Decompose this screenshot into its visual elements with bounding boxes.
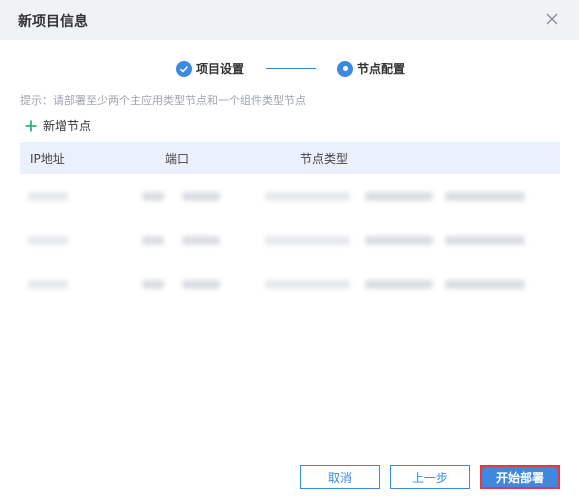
column-header-port: 端口	[165, 152, 190, 166]
blurred-cell	[365, 280, 433, 289]
table-row	[20, 174, 560, 218]
blurred-cell	[182, 192, 220, 201]
hint-text: 提示：请部署至少两个主应用类型节点和一个组件类型节点	[20, 94, 306, 107]
node-table: IP地址 端口 节点类型	[20, 142, 560, 306]
step-label: 项目设置	[196, 62, 245, 76]
table-header: IP地址 端口 节点类型	[20, 142, 560, 174]
step-label: 节点配置	[357, 62, 406, 76]
blurred-cell	[445, 236, 525, 245]
active-step-icon	[337, 60, 353, 77]
start-deploy-button[interactable]: 开始部署	[480, 465, 560, 489]
stepper: 项目设置 节点配置	[0, 60, 579, 80]
blurred-cell	[142, 280, 164, 289]
add-node-button[interactable]: 新增节点	[24, 117, 91, 134]
plus-icon	[25, 120, 37, 131]
column-header-ip: IP地址	[30, 152, 65, 166]
previous-step-button[interactable]: 上一步	[390, 465, 470, 489]
close-icon[interactable]	[545, 12, 559, 26]
blurred-cell	[265, 280, 350, 289]
blurred-cell	[365, 192, 433, 201]
table-row	[20, 262, 560, 306]
blurred-cell	[445, 280, 525, 289]
blurred-cell	[142, 236, 164, 245]
add-node-label: 新增节点	[43, 119, 92, 133]
blurred-cell	[28, 236, 68, 245]
blurred-cell	[182, 280, 220, 289]
blurred-cell	[142, 192, 164, 201]
step-node-config: 节点配置	[337, 60, 405, 77]
dialog-header: 新项目信息	[0, 0, 579, 40]
blurred-cell	[445, 192, 525, 201]
column-header-node-type: 节点类型	[300, 152, 349, 166]
blurred-cell	[28, 192, 68, 201]
step-connector	[266, 68, 316, 69]
new-project-dialog: 新项目信息 项目设置 节点配置 提示：请部署至少两个主应用类型节点和一个组件类型…	[0, 0, 579, 500]
blurred-cell	[265, 236, 350, 245]
blurred-cell	[28, 280, 68, 289]
blurred-cell	[365, 236, 433, 245]
blurred-cell	[265, 192, 350, 201]
check-icon	[176, 60, 192, 77]
table-row	[20, 218, 560, 262]
cancel-button[interactable]: 取消	[300, 465, 380, 489]
step-project-settings: 项目设置	[176, 60, 244, 77]
blurred-cell	[182, 236, 220, 245]
dialog-title: 新项目信息	[18, 14, 88, 30]
